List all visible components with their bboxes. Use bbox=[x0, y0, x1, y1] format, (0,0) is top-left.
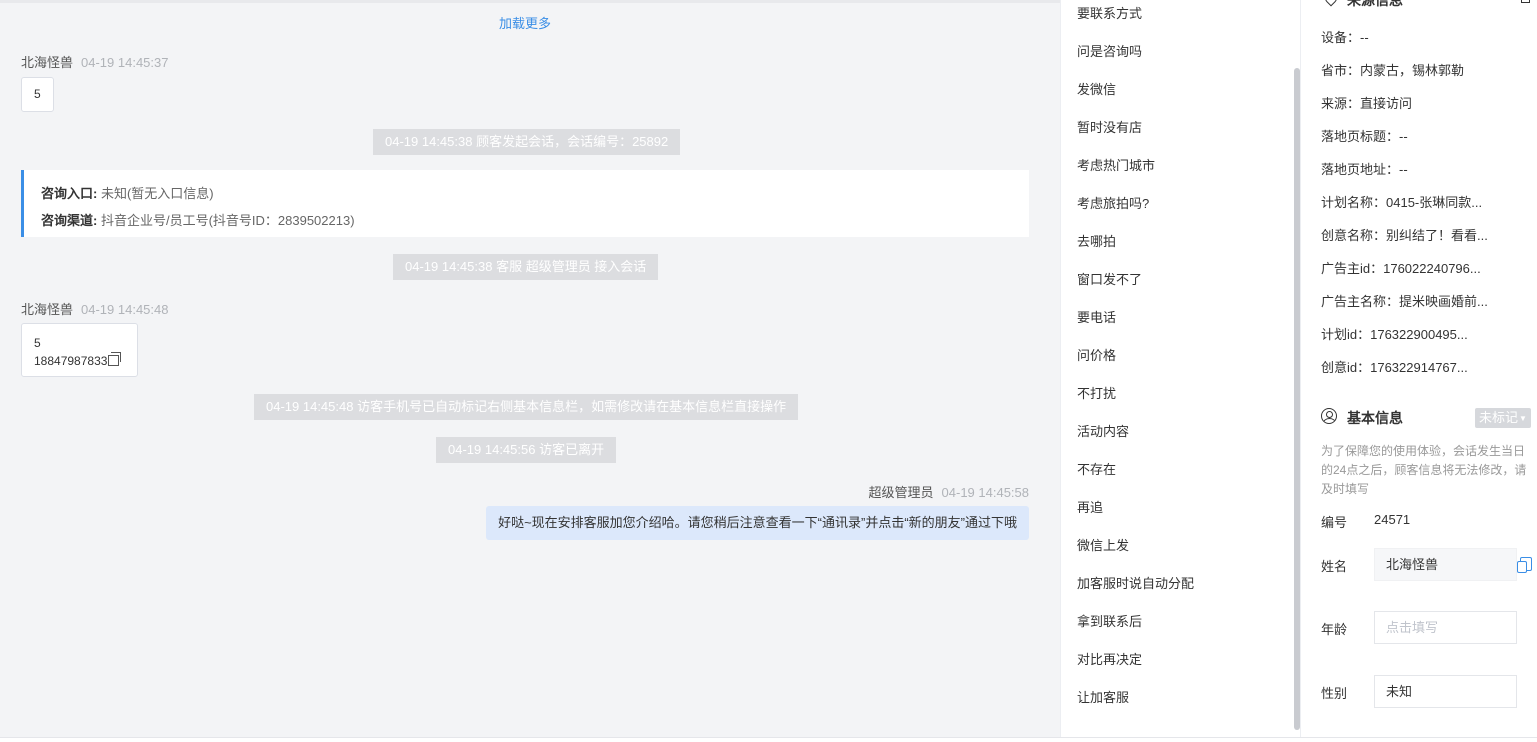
quick-reply-item[interactable]: 问价格 bbox=[1077, 345, 1116, 364]
channel-label: 咨询渠道: bbox=[41, 213, 98, 228]
entry-label: 咨询入口: bbox=[41, 186, 98, 201]
phone-line: 18847987833 bbox=[34, 352, 125, 370]
gender-label: 性别 bbox=[1321, 686, 1348, 701]
message-time: 04-19 14:45:58 bbox=[941, 485, 1029, 500]
copy-icon[interactable] bbox=[108, 352, 122, 366]
visitor-info-panel: 来源信息 设备：-- 省市：内蒙古，锡林郭勒 来源：直接访问 落地页标题：-- … bbox=[1300, 0, 1537, 742]
quick-reply-item[interactable]: 发微信 bbox=[1077, 79, 1116, 98]
quick-reply-item[interactable]: 考虑旅拍吗? bbox=[1077, 193, 1149, 212]
caret-down-icon: ▼ bbox=[1519, 414, 1527, 423]
age-label: 年龄 bbox=[1321, 622, 1348, 637]
sender-name: 超级管理员 bbox=[868, 485, 934, 500]
sender-name: 北海怪兽 bbox=[21, 302, 74, 317]
source-info-title: 来源信息 bbox=[1347, 0, 1403, 8]
quick-reply-item[interactable]: 暂时没有店 bbox=[1077, 117, 1142, 136]
edit-notice: 为了保障您的使用体验，会话发生当日的24点之后，顾客信息将无法修改，请及时填写 bbox=[1321, 444, 1527, 496]
system-message: 04-19 14:45:56 访客已离开 bbox=[436, 437, 617, 463]
basic-info-title: 基本信息 bbox=[1347, 410, 1403, 426]
message-line: 5 bbox=[34, 336, 41, 350]
source-info-row: 来源：直接访问 bbox=[1321, 96, 1413, 111]
basic-info-header: 基本信息 未标记▼ bbox=[1321, 407, 1533, 428]
quick-reply-item[interactable]: 要电话 bbox=[1077, 307, 1116, 326]
chat-panel: 加载更多 北海怪兽 04-19 14:45:37 5 04-19 14:45:38… bbox=[0, 0, 1060, 742]
quick-reply-panel: 要联系方式 问是咨询吗 发微信 暂时没有店 考虑热门城市 考虑旅拍吗? 去哪拍 … bbox=[1060, 0, 1300, 742]
incoming-message: 5 18847987833 bbox=[21, 323, 138, 377]
source-info-row: 省市：内蒙古，锡林郭勒 bbox=[1321, 63, 1465, 78]
tag-dropdown-button[interactable]: 未标记▼ bbox=[1475, 408, 1531, 428]
chat-top-divider bbox=[0, 0, 1060, 3]
name-field: 北海怪兽 bbox=[1374, 548, 1517, 581]
source-info-row: 计划id：176322900495... bbox=[1321, 327, 1468, 342]
message-sender: 北海怪兽 04-19 14:45:48 bbox=[21, 299, 168, 318]
id-label: 编号 bbox=[1321, 515, 1348, 530]
message-sender: 北海怪兽 04-19 14:45:37 bbox=[21, 52, 168, 71]
gender-select[interactable]: 未知 bbox=[1374, 675, 1517, 708]
source-info-row: 广告主名称：提米映画婚前... bbox=[1321, 294, 1488, 309]
quick-reply-item[interactable]: 不打扰 bbox=[1077, 383, 1116, 402]
quick-reply-item[interactable]: 拿到联系后 bbox=[1077, 611, 1142, 630]
source-info-row: 落地页标题：-- bbox=[1321, 129, 1408, 144]
system-message: 04-19 14:45:48 访客手机号已自动标记右侧基本信息栏，如需修改请在基… bbox=[254, 394, 799, 420]
quick-reply-item[interactable]: 对比再决定 bbox=[1077, 649, 1142, 668]
channel-row: 咨询渠道: 抖音企业号/员工号(抖音号ID：2839502213) bbox=[41, 207, 1029, 234]
quick-reply-item[interactable]: 问是咨询吗 bbox=[1077, 41, 1142, 60]
bottom-divider bbox=[0, 737, 1537, 742]
system-message: 04-19 14:45:38 客服 超级管理员 接入会话 bbox=[393, 254, 659, 280]
copy-icon[interactable] bbox=[1517, 557, 1532, 573]
channel-value: 抖音企业号/员工号(抖音号ID：2839502213) bbox=[100, 213, 355, 228]
quick-reply-item[interactable]: 要联系方式 bbox=[1077, 3, 1142, 22]
location-icon bbox=[1322, 0, 1340, 7]
name-label: 姓名 bbox=[1321, 559, 1348, 574]
message-time: 04-19 14:45:48 bbox=[81, 302, 169, 317]
source-info-row: 落地页地址：-- bbox=[1321, 162, 1408, 177]
incoming-message: 5 bbox=[21, 77, 54, 112]
quick-reply-item[interactable]: 加客服时说自动分配 bbox=[1077, 573, 1194, 592]
message-time: 04-19 14:45:37 bbox=[81, 55, 169, 70]
outgoing-message: 好哒~现在安排客服加您介绍哈。请您稍后注意查看一下“通讯录”并点击“新的朋友”通… bbox=[486, 506, 1029, 540]
load-more-link[interactable]: 加载更多 bbox=[0, 13, 1050, 32]
age-input[interactable]: 点击填写 bbox=[1374, 611, 1517, 644]
source-info-row: 计划名称：0415-张琳同款... bbox=[1321, 195, 1483, 210]
sender-name: 北海怪兽 bbox=[21, 55, 74, 70]
phone-number[interactable]: 18847987833 bbox=[34, 354, 107, 368]
source-info-row: 创意id：176322914767... bbox=[1321, 360, 1468, 375]
quick-reply-item[interactable]: 不存在 bbox=[1077, 459, 1116, 478]
expand-icon[interactable] bbox=[1521, 0, 1530, 3]
quick-reply-item[interactable]: 再追 bbox=[1077, 497, 1103, 516]
quick-reply-item[interactable]: 活动内容 bbox=[1077, 421, 1129, 440]
message-sender: 超级管理员 04-19 14:45:58 bbox=[869, 482, 1029, 501]
entry-value: 未知(暂无入口信息) bbox=[100, 186, 214, 201]
user-circle-icon bbox=[1321, 408, 1337, 424]
source-info-row: 设备：-- bbox=[1321, 30, 1369, 45]
system-message: 04-19 14:45:38 顾客发起会话，会话编号：25892 bbox=[373, 129, 681, 155]
id-value: 24571 bbox=[1374, 512, 1411, 527]
source-info-row: 创意名称：别纠结了！看看... bbox=[1321, 228, 1488, 243]
message-text: 5 bbox=[34, 87, 41, 101]
tag-label: 未标记 bbox=[1479, 410, 1519, 425]
quick-reply-item[interactable]: 去哪拍 bbox=[1077, 231, 1116, 250]
message-text: 好哒~现在安排客服加您介绍哈。请您稍后注意查看一下“通讯录”并点击“新的朋友”通… bbox=[498, 515, 1017, 530]
quick-reply-item[interactable]: 让加客服 bbox=[1077, 687, 1129, 706]
quick-reply-item[interactable]: 考虑热门城市 bbox=[1077, 155, 1155, 174]
source-info-row: 广告主id：176022240796... bbox=[1321, 261, 1481, 276]
consult-entry-card: 咨询入口: 未知(暂无入口信息) 咨询渠道: 抖音企业号/员工号(抖音号ID：2… bbox=[21, 170, 1029, 237]
entry-row: 咨询入口: 未知(暂无入口信息) bbox=[41, 180, 1029, 207]
quick-reply-item[interactable]: 窗口发不了 bbox=[1077, 269, 1142, 288]
quick-reply-item[interactable]: 微信上发 bbox=[1077, 535, 1129, 554]
